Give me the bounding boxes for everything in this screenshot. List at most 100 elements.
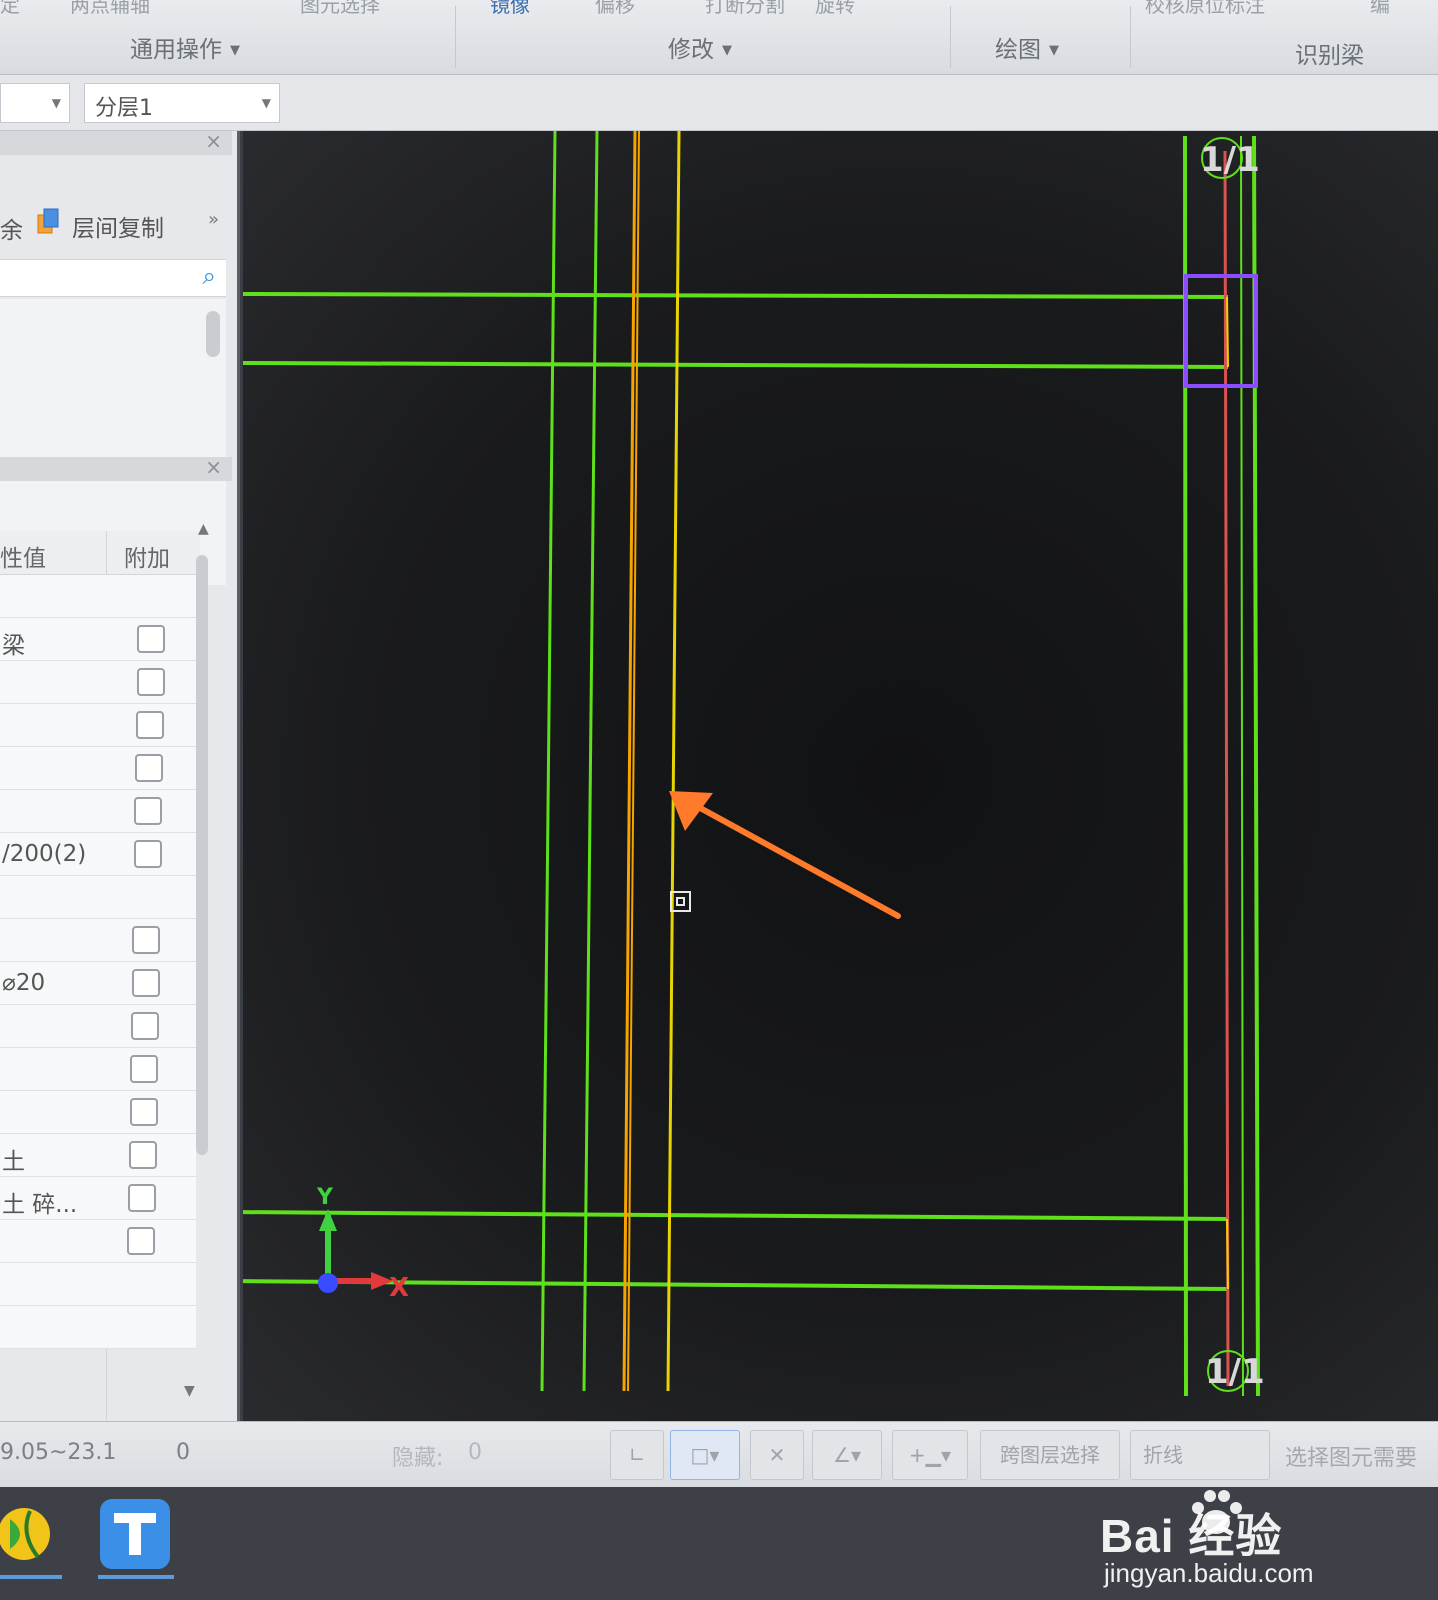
beam-line-vertical-1[interactable] xyxy=(540,131,557,1392)
group-identify-beam[interactable]: 识别梁 xyxy=(1295,36,1364,70)
angle-toggle[interactable]: ∠▾ xyxy=(812,1430,882,1480)
ribbon-item-select[interactable]: 图元选择 xyxy=(300,0,420,18)
ucs-y-label: Y xyxy=(316,1185,334,1210)
ribbon-divider xyxy=(950,6,951,68)
scroll-down-icon[interactable]: ▼ xyxy=(184,1383,195,1399)
selected-line-yellow[interactable] xyxy=(666,131,681,1392)
group-modify[interactable]: 修改 ▼ xyxy=(668,30,732,64)
table-row[interactable]: 梁 xyxy=(0,618,196,661)
ribbon-item-edit[interactable]: 编 xyxy=(1370,0,1430,18)
attach-checkbox[interactable] xyxy=(130,1055,158,1083)
cross-layer-select-button[interactable]: 跨图层选择 xyxy=(980,1430,1120,1480)
ribbon-item-two-point-axis[interactable]: 两点辅轴 xyxy=(70,0,230,18)
column-outline[interactable] xyxy=(1184,274,1258,388)
ribbon-fragment-left[interactable]: 定 xyxy=(0,0,40,18)
attach-checkbox[interactable] xyxy=(132,926,160,954)
table-row[interactable] xyxy=(0,575,196,618)
table-row[interactable] xyxy=(0,876,196,919)
polyline-select-button[interactable]: 折线 xyxy=(1130,1430,1270,1480)
ribbon-item-break[interactable]: 打断分割 xyxy=(705,0,800,18)
table-row[interactable] xyxy=(0,919,196,962)
layer-combo[interactable]: 分层1 ▼ xyxy=(84,83,280,123)
snap-cursor-inner xyxy=(676,897,685,906)
table-row[interactable]: 土 xyxy=(0,1134,196,1177)
attach-checkbox[interactable] xyxy=(134,840,162,868)
table-row[interactable]: ⌀20 xyxy=(0,962,196,1005)
beam-end-yellow-2[interactable] xyxy=(1226,1218,1229,1290)
attach-checkbox[interactable] xyxy=(135,754,163,782)
scrollbar-thumb[interactable] xyxy=(196,555,208,1155)
watermark-logo: Bai 经验 jingyan.baidu.com xyxy=(1100,1490,1420,1590)
snap-toggle[interactable]: +▁▾ xyxy=(892,1430,968,1480)
search-icon[interactable]: ⌕ xyxy=(203,262,216,290)
close-icon[interactable]: × xyxy=(205,129,222,153)
table-row[interactable] xyxy=(0,747,196,790)
scrollbar-thumb[interactable] xyxy=(206,311,220,357)
group-draw[interactable]: 绘图 ▼ xyxy=(995,30,1059,64)
attach-checkbox[interactable] xyxy=(134,797,162,825)
attach-checkbox[interactable] xyxy=(128,1184,156,1212)
more-icon[interactable]: » xyxy=(208,209,219,230)
close-icon[interactable]: × xyxy=(205,455,222,479)
attach-checkbox[interactable] xyxy=(132,969,160,997)
selected-count: 0 xyxy=(176,1440,190,1465)
ribbon-item-check-annotation[interactable]: 校核原位标注 xyxy=(1145,0,1345,18)
layer-selection-bar: ▼ 分层1 ▼ xyxy=(0,75,1438,131)
attach-checkbox[interactable] xyxy=(136,711,164,739)
scroll-up-icon[interactable]: ▲ xyxy=(198,521,209,537)
ribbon-item-mirror[interactable]: 镜像 xyxy=(490,0,580,18)
ribbon-item-offset[interactable]: 偏移 xyxy=(595,0,690,18)
ortho-icon: ∟ xyxy=(628,1443,646,1467)
group-label: 识别梁 xyxy=(1295,43,1364,69)
app-icon-glodon[interactable] xyxy=(0,1499,70,1569)
attach-checkbox[interactable] xyxy=(129,1141,157,1169)
table-row[interactable] xyxy=(0,790,196,833)
table-row[interactable] xyxy=(0,1048,196,1091)
select-rect-toggle[interactable]: □▾ xyxy=(670,1430,740,1480)
attach-checkbox[interactable] xyxy=(137,668,165,696)
attach-checkbox[interactable] xyxy=(131,1012,159,1040)
table-row[interactable] xyxy=(0,704,196,747)
table-row[interactable] xyxy=(0,1220,196,1263)
search-input[interactable]: ⌕ xyxy=(0,259,226,297)
ucs-x-label: X xyxy=(389,1273,409,1303)
ortho-toggle[interactable]: ∟ xyxy=(610,1430,664,1480)
floor-combo[interactable]: ▼ xyxy=(0,83,70,123)
property-value: 土 碎... xyxy=(2,1192,78,1218)
cross-toggle[interactable]: ✕ xyxy=(750,1430,804,1480)
app-icon-text-editor[interactable] xyxy=(100,1499,170,1569)
table-row[interactable]: /200(2) xyxy=(0,833,196,876)
chevron-down-icon: ▼ xyxy=(722,43,732,58)
chevron-down-icon: ▼ xyxy=(1049,43,1059,58)
attach-checkbox[interactable] xyxy=(127,1227,155,1255)
beam-line-horizontal-3[interactable] xyxy=(243,1210,1229,1221)
group-label: 通用操作 xyxy=(130,37,222,63)
beam-line-horizontal-1[interactable] xyxy=(243,292,1229,299)
status-hint: 选择图元需要 xyxy=(1285,1446,1418,1471)
chevron-down-icon: ▼ xyxy=(51,96,61,110)
layer-copy-button[interactable]: 层间复制 xyxy=(72,209,164,243)
table-row[interactable] xyxy=(0,1306,196,1349)
beam-end-yellow-1[interactable] xyxy=(1226,296,1229,368)
beam-line-horizontal-2[interactable] xyxy=(243,361,1229,369)
table-row[interactable]: 土 碎... xyxy=(0,1177,196,1220)
beam-line-vertical-2[interactable] xyxy=(582,131,599,1392)
beam-line-vertical-right-3[interactable] xyxy=(1240,135,1244,1397)
rect-select-icon: □▾ xyxy=(690,1443,720,1467)
toolbar-fragment[interactable]: 余 xyxy=(0,211,23,245)
ucs-origin-icon xyxy=(318,1273,338,1293)
table-row[interactable] xyxy=(0,1091,196,1134)
attach-checkbox[interactable] xyxy=(130,1098,158,1126)
snap-icon: +▁▾ xyxy=(908,1443,952,1467)
group-general-ops[interactable]: 通用操作 ▼ xyxy=(130,30,240,64)
table-row[interactable] xyxy=(0,1263,196,1306)
table-row[interactable] xyxy=(0,661,196,704)
column-header-attach: 附加 xyxy=(124,546,170,572)
attach-checkbox[interactable] xyxy=(137,625,165,653)
table-row[interactable] xyxy=(0,1005,196,1048)
cad-drawing[interactable]: 1/1 1/1 X Y xyxy=(243,131,1438,1421)
property-value: /200(2) xyxy=(2,841,87,867)
ribbon-item-rotate[interactable]: 旋转 xyxy=(815,0,905,18)
drawing-canvas[interactable]: 1/1 1/1 X Y xyxy=(243,131,1438,1421)
hidden-label: 隐藏: xyxy=(392,1446,444,1471)
